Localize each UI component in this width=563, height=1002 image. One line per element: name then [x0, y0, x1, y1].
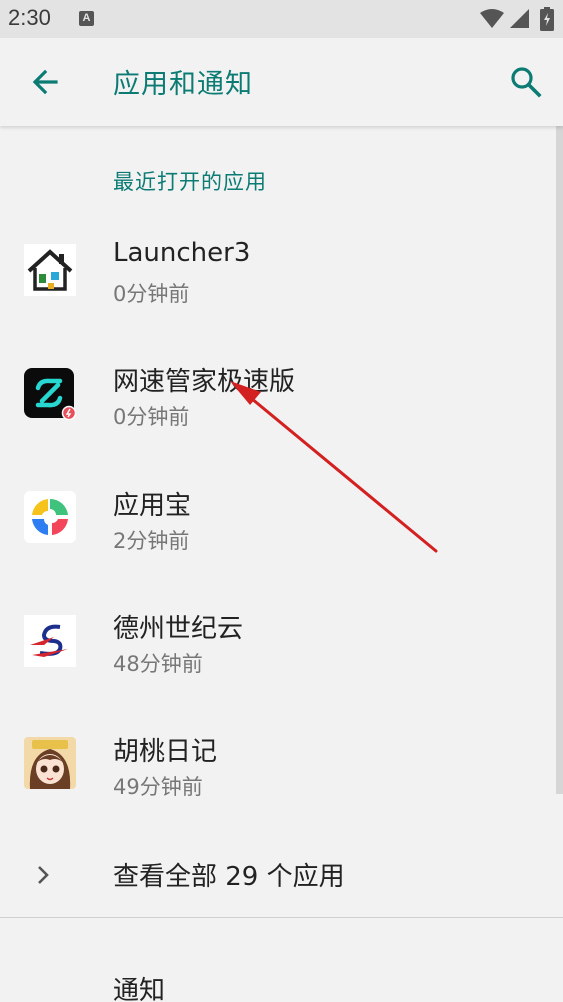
app-last-used: 0分钟前: [113, 405, 190, 429]
notifications-setting[interactable]: 通知: [0, 940, 556, 1002]
app-last-used: 2分钟前: [113, 529, 190, 553]
see-all-apps-label: 查看全部 29 个应用: [113, 862, 345, 892]
wifi-icon: [480, 9, 504, 28]
scrollbar[interactable]: [556, 126, 563, 794]
status-time: 2:30: [8, 5, 51, 30]
yingyongbao-icon: [24, 491, 76, 543]
notification-a-icon: A: [79, 11, 94, 26]
signal-icon: [510, 9, 529, 28]
app-name: 应用宝: [113, 491, 192, 521]
app-name: 德州世纪云: [113, 614, 244, 644]
recent-app-launcher3[interactable]: Launcher3 0分钟前: [0, 214, 556, 326]
recent-app-hutao-diary[interactable]: 胡桃日记 49分钟前: [0, 707, 556, 819]
notifications-label: 通知: [113, 976, 166, 1002]
battery-icon: [540, 7, 554, 31]
see-all-apps-button[interactable]: 查看全部 29 个应用: [0, 840, 556, 910]
page-title: 应用和通知: [113, 69, 253, 100]
recent-app-dezhou-cloud[interactable]: 德州世纪云 48分钟前: [0, 584, 556, 696]
app-bar: 应用和通知: [0, 38, 563, 126]
arrow-left-icon: [32, 69, 58, 95]
settings-screen: 2:30 A 应用和通知 最近打开的应用 Launcher3 0分钟前 网速管家…: [0, 0, 563, 1002]
app-name: Launcher3: [113, 238, 251, 268]
chevron-right-icon: [38, 866, 49, 884]
recent-app-yingyongbao[interactable]: 应用宝 2分钟前: [0, 461, 556, 573]
search-icon: [511, 67, 542, 98]
app-name: 胡桃日记: [113, 737, 218, 767]
back-button[interactable]: [24, 60, 68, 104]
divider: [0, 917, 563, 918]
hutao-diary-icon: [24, 737, 76, 789]
launcher-house-icon: [24, 244, 76, 296]
recent-app-speed-manager[interactable]: 网速管家极速版 0分钟前: [0, 337, 556, 449]
app-last-used: 0分钟前: [113, 282, 190, 306]
app-last-used: 48分钟前: [113, 652, 203, 676]
app-name: 网速管家极速版: [113, 367, 296, 397]
dezhou-cloud-icon: [24, 615, 76, 667]
recent-apps-header: 最近打开的应用: [113, 170, 267, 194]
speed-manager-icon: [24, 368, 76, 420]
app-last-used: 49分钟前: [113, 775, 203, 799]
search-button[interactable]: [504, 60, 548, 104]
status-bar: 2:30 A: [0, 0, 563, 38]
